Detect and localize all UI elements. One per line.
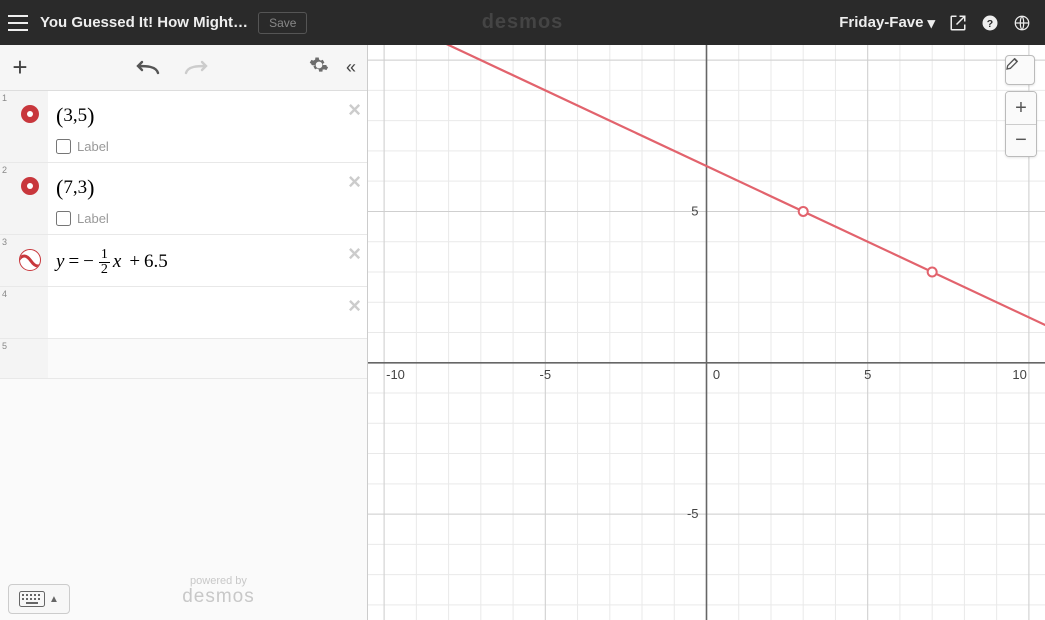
expression-row-empty[interactable]: 5	[0, 339, 367, 379]
panel-footer: ▲ powered by desmos	[0, 560, 367, 614]
user-menu[interactable]: Friday-Fave ▾	[839, 14, 935, 32]
collapse-panel-button[interactable]: «	[335, 57, 367, 78]
expression-toolbar: + «	[0, 45, 367, 91]
delete-row-button[interactable]: ×	[348, 97, 361, 123]
point-icon[interactable]	[21, 105, 39, 123]
label-text: Label	[77, 139, 109, 154]
expression-row[interactable]: 3 y = − 12 x + 6.5	[0, 235, 367, 287]
label-checkbox[interactable]	[56, 139, 71, 154]
svg-text:5: 5	[691, 203, 698, 218]
settings-button[interactable]	[303, 55, 335, 80]
graph-settings-button[interactable]	[1005, 55, 1035, 85]
svg-text:-5: -5	[540, 367, 552, 382]
expression-row[interactable]: 1 (3,5) Label ×	[0, 91, 367, 163]
delete-row-button[interactable]: ×	[348, 293, 361, 319]
top-bar: You Guessed It! How Might… Save desmos F…	[0, 0, 1045, 45]
graph-canvas[interactable]: -10 -5 0 5 10 5 -5 + −	[368, 45, 1045, 620]
expression-row[interactable]: 2 (7,3) Label ×	[0, 163, 367, 235]
expression-panel: + « 1 (3,5)	[0, 45, 368, 620]
svg-text:?: ?	[987, 17, 993, 29]
svg-text:-10: -10	[386, 367, 405, 382]
row-index: 1	[0, 91, 12, 162]
delete-row-button[interactable]: ×	[348, 169, 361, 195]
caret-up-icon: ▲	[49, 594, 59, 605]
svg-text:0: 0	[713, 367, 720, 382]
label-checkbox[interactable]	[56, 211, 71, 226]
page-title[interactable]: You Guessed It! How Might…	[40, 14, 248, 31]
graph-svg[interactable]: -10 -5 0 5 10 5 -5	[368, 45, 1045, 620]
expression-text[interactable]: y = − 12 x + 6.5	[56, 247, 357, 276]
keyboard-button[interactable]: ▲	[8, 584, 70, 614]
row-index: 5	[0, 339, 12, 378]
label-toggle[interactable]: Label	[56, 211, 357, 226]
svg-text:-5: -5	[687, 506, 699, 521]
svg-text:5: 5	[864, 367, 871, 382]
graph-controls: + −	[1005, 55, 1037, 157]
delete-row-button[interactable]: ×	[348, 241, 361, 267]
add-expression-button[interactable]: +	[0, 45, 40, 91]
caret-down-icon: ▾	[927, 14, 935, 32]
globe-icon[interactable]	[1013, 14, 1031, 32]
row-index: 4	[0, 287, 12, 338]
powered-by: powered by desmos	[70, 575, 367, 608]
expression-text[interactable]: (3,5)	[56, 103, 357, 129]
expression-text[interactable]: (7,3)	[56, 175, 357, 201]
save-button[interactable]: Save	[258, 12, 307, 34]
menu-icon[interactable]	[0, 15, 36, 31]
share-icon[interactable]	[949, 14, 967, 32]
brand-logo: desmos	[482, 11, 564, 34]
point-icon[interactable]	[21, 177, 39, 195]
expression-row-empty[interactable]: 4 ×	[0, 287, 367, 339]
undo-button[interactable]	[136, 55, 162, 81]
row-index: 2	[0, 163, 12, 234]
svg-text:10: 10	[1012, 367, 1026, 382]
user-name: Friday-Fave	[839, 14, 923, 31]
redo-button[interactable]	[182, 55, 208, 81]
help-icon[interactable]: ?	[981, 14, 999, 32]
zoom-out-button[interactable]: −	[1006, 124, 1036, 156]
line-icon[interactable]	[19, 249, 41, 271]
label-toggle[interactable]: Label	[56, 139, 357, 154]
label-text: Label	[77, 211, 109, 226]
zoom-in-button[interactable]: +	[1006, 92, 1036, 124]
row-index: 3	[0, 235, 12, 286]
expression-list: 1 (3,5) Label × 2 (7,3)	[0, 91, 367, 620]
